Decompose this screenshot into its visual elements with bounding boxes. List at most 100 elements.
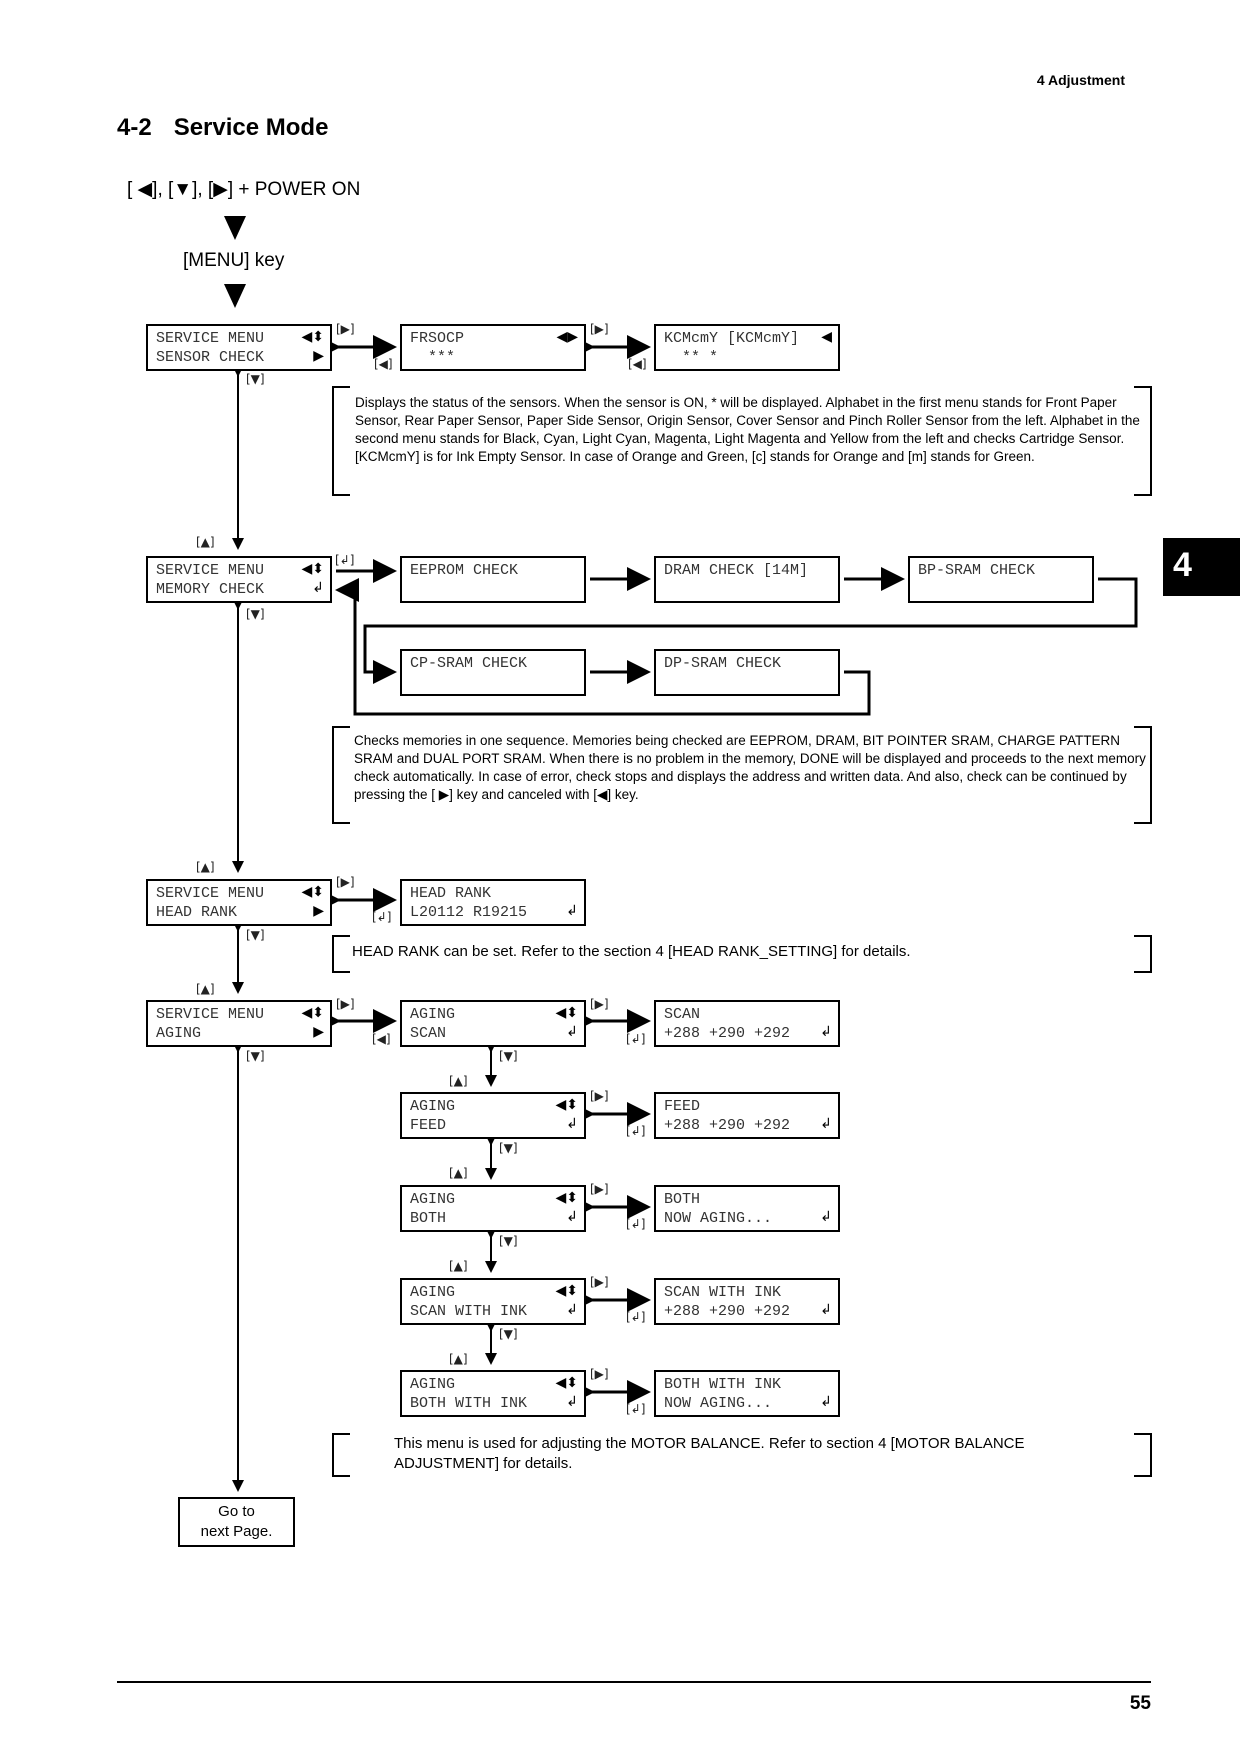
flow-down-arrow-1	[224, 216, 246, 240]
lcd-line-1: AGING	[410, 1191, 456, 1208]
lcd-line-2: +288 +290 +292	[664, 1117, 791, 1134]
enter-icon: ↲	[566, 1209, 578, 1225]
lcd-line-1: BP-SRAM CHECK	[918, 562, 1036, 579]
lcd-line-1: AGING	[410, 1376, 456, 1393]
key-right: [▶]	[336, 875, 355, 889]
lcd-line-1: SCAN WITH INK	[664, 1284, 782, 1301]
flow-connectors	[224, 216, 1138, 1492]
key-right: [▶]	[590, 997, 609, 1011]
lcd-line-1: SERVICE MENU	[156, 885, 265, 902]
left-updown-icon: ◀⬍	[555, 1375, 579, 1391]
go-to-next-page-box: Go to next Page.	[178, 1497, 295, 1547]
left-updown-icon: ◀⬍	[555, 1005, 579, 1021]
lcd-line-2: NOW AGING...	[664, 1210, 773, 1227]
lcd-aging-submenu: AGING SCAN WITH INK ◀⬍ ↲	[400, 1278, 586, 1325]
key-enter: [↲]	[626, 1124, 646, 1138]
key-enter: [↲]	[335, 553, 355, 567]
lcd-line-1: SERVICE MENU	[156, 562, 265, 579]
key-down: [▼]	[499, 1234, 518, 1248]
key-up: [▲]	[449, 1352, 468, 1366]
enter-icon: ↲	[566, 1302, 578, 1318]
lcd-eeprom-check: EEPROM CHECK	[400, 556, 586, 603]
lcd-line-1: EEPROM CHECK	[410, 562, 519, 579]
flow-down-arrow-2	[224, 284, 246, 308]
key-left: [◀]	[374, 357, 393, 371]
enter-icon: ↲	[566, 1394, 578, 1410]
key-enter: [↲]	[372, 910, 392, 924]
key-up: [▲]	[196, 982, 215, 996]
memory-check-note: Checks memories in one sequence. Memorie…	[354, 733, 1146, 802]
key-up: [▲]	[449, 1074, 468, 1088]
key-down: [▼]	[499, 1049, 518, 1063]
left-updown-icon: ◀⬍	[301, 1005, 325, 1021]
lcd-line-2: MEMORY CHECK	[156, 581, 265, 598]
key-down: [▼]	[499, 1327, 518, 1341]
key-up: [▲]	[449, 1259, 468, 1273]
head-rank-note: HEAD RANK can be set. Refer to the secti…	[352, 943, 911, 960]
note-bracket-left	[332, 1433, 350, 1477]
lcd-line-2: ***	[410, 349, 456, 366]
key-right: [▶]	[590, 322, 609, 336]
lcd-line-2: +288 +290 +292	[664, 1303, 791, 1320]
aging-note: This menu is used for adjusting the MOTO…	[394, 1435, 1025, 1472]
key-down: [▼]	[246, 1049, 265, 1063]
lcd-line-2: SCAN	[410, 1025, 447, 1042]
page-number: 55	[1129, 1693, 1151, 1714]
go-to-line-2: next Page.	[200, 1523, 273, 1540]
lcd-dram-check: DRAM CHECK [14M]	[654, 556, 840, 603]
lcd-sensor-kcmcmy: KCMcmY [KCMcmY] ** * ◀	[654, 324, 840, 371]
right-icon: ▶	[313, 348, 324, 364]
lcd-line-2: FEED	[410, 1117, 447, 1134]
key-down: [▼]	[246, 372, 265, 386]
key-up: [▲]	[196, 860, 215, 874]
key-right: [▶]	[590, 1089, 609, 1103]
left-updown-icon: ◀⬍	[555, 1190, 579, 1206]
note-bracket-right	[1134, 1433, 1152, 1477]
enter-icon: ↲	[820, 1209, 832, 1225]
key-left: [◀]	[372, 1032, 391, 1046]
lcd-line-1: FEED	[664, 1098, 701, 1115]
lcd-line-2: BOTH	[410, 1210, 447, 1227]
lcd-line-1: AGING	[410, 1098, 456, 1115]
enter-icon: ↲	[820, 1024, 832, 1040]
left-updown-icon: ◀⬍	[301, 884, 325, 900]
lcd-line-1: BOTH WITH INK	[664, 1376, 782, 1393]
enter-icon: ↲	[566, 903, 578, 919]
lcd-line-1: KCMcmY [KCMcmY]	[664, 330, 800, 347]
key-left: [◀]	[628, 357, 647, 371]
left-right-icon: ◀▶	[556, 329, 578, 345]
right-icon: ▶	[313, 1024, 324, 1040]
right-icon: ▶	[313, 903, 324, 919]
enter-icon: ↲	[312, 580, 324, 596]
left-updown-icon: ◀⬍	[555, 1097, 579, 1113]
key-right: [▶]	[590, 1367, 609, 1381]
lcd-aging-result: BOTH NOW AGING... ↲	[654, 1185, 840, 1232]
lcd-aging-submenu: AGING BOTH WITH INK ◀⬍ ↲	[400, 1370, 586, 1417]
footer-rule	[117, 1681, 1151, 1683]
lcd-line-2: NOW AGING...	[664, 1395, 773, 1412]
enter-icon: ↲	[820, 1116, 832, 1132]
key-down: [▼]	[246, 607, 265, 621]
lcd-aging-result: BOTH WITH INK NOW AGING... ↲	[654, 1370, 840, 1417]
lcd-service-menu-aging: SERVICE MENU AGING ◀⬍ ▶	[146, 1000, 332, 1047]
lcd-line-1: DP-SRAM CHECK	[664, 655, 782, 672]
key-right: [▶]	[590, 1182, 609, 1196]
lcd-line-2: BOTH WITH INK	[410, 1395, 528, 1412]
note-bracket-left	[332, 386, 350, 496]
lcd-sensor-frsocp: FRSOCP *** ◀▶	[400, 324, 586, 371]
lcd-line-2: AGING	[156, 1025, 202, 1042]
lcd-line-1: BOTH	[664, 1191, 701, 1208]
key-right: [▶]	[590, 1275, 609, 1289]
lcd-aging-result: FEED +288 +290 +292 ↲	[654, 1092, 840, 1139]
lcd-line-2: +288 +290 +292	[664, 1025, 791, 1042]
enter-icon: ↲	[820, 1394, 832, 1410]
lcd-service-menu-sensor-check: SERVICE MENU SENSOR CHECK ◀⬍ ▶	[146, 324, 332, 371]
left-updown-icon: ◀⬍	[301, 329, 325, 345]
note-text-2: [KCMcmY] is for Ink Empty Sensor. In cas…	[355, 449, 1035, 464]
lcd-line-2: ** *	[664, 349, 719, 366]
lcd-head-rank-value: HEAD RANK L20112 R19215 ↲	[400, 879, 586, 926]
key-right: [▶]	[336, 997, 355, 1011]
left-updown-icon: ◀⬍	[555, 1283, 579, 1299]
sensor-check-note: Displays the status of the sensors. When…	[355, 394, 1145, 466]
lcd-cp-sram-check: CP-SRAM CHECK	[400, 649, 586, 696]
